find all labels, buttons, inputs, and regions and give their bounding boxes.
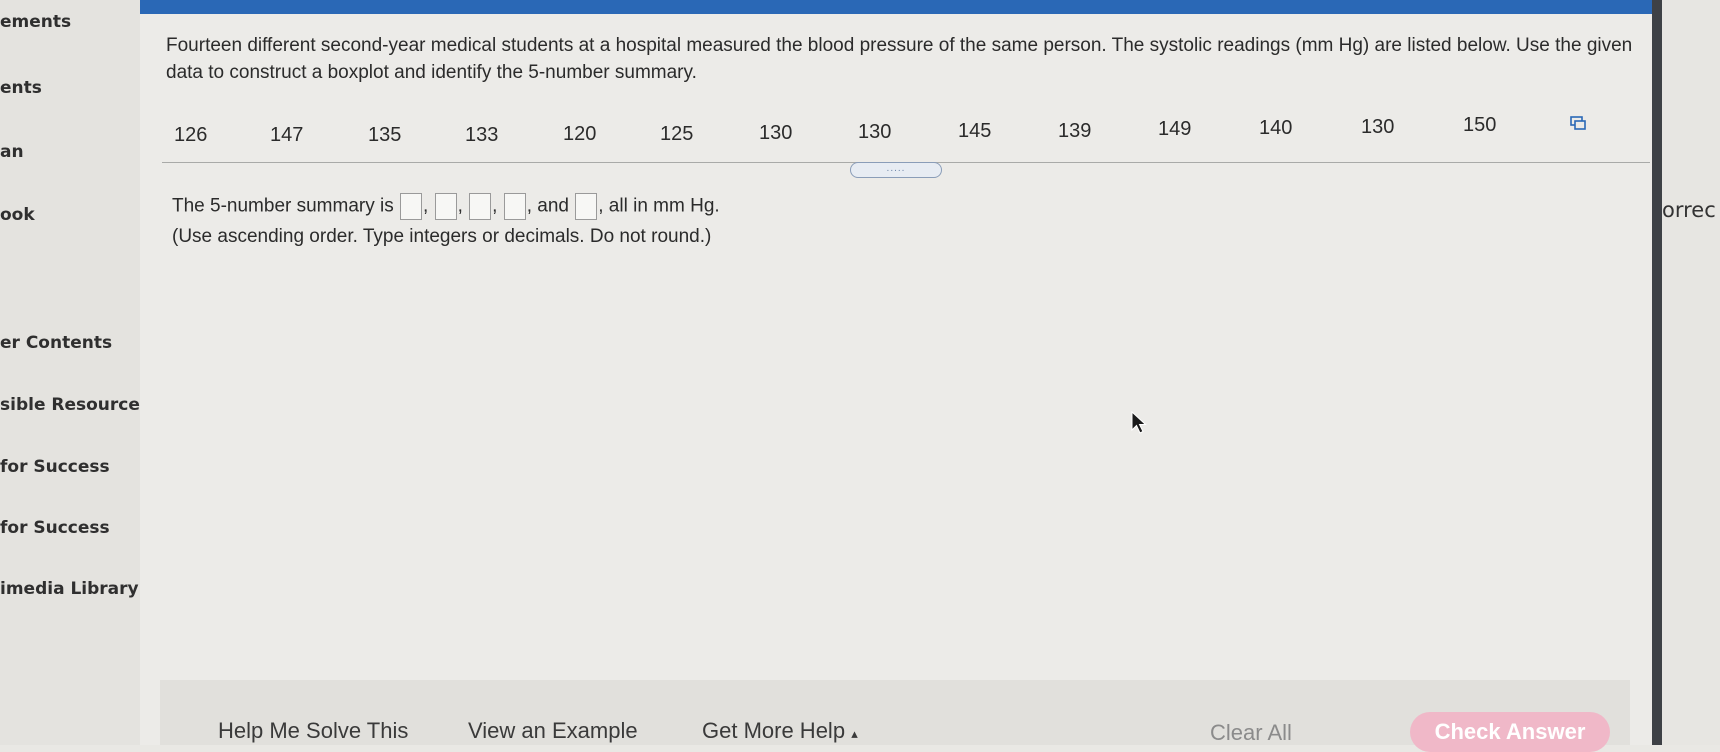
answer-sep: ,: [492, 195, 498, 217]
view-example-link[interactable]: View an Example: [468, 718, 638, 744]
right-side-label: orrec: [1662, 198, 1716, 222]
question-text: Fourteen different second-year medical s…: [166, 35, 1633, 83]
data-value: 125: [660, 123, 694, 145]
panel-scroll-edge: [1652, 0, 1662, 745]
sidebar-item-chapter-contents[interactable]: er Contents: [0, 333, 112, 353]
data-value: 130: [759, 122, 793, 144]
sidebar-item-study-plan[interactable]: an: [0, 142, 24, 162]
get-more-help-label: Get More Help: [702, 718, 846, 743]
answer-instructions: (Use ascending order. Type integers or d…: [172, 226, 712, 247]
sidebar-item-tools-for-success-1[interactable]: for Success: [0, 457, 110, 477]
check-answer-button[interactable]: Check Answer: [1410, 712, 1610, 752]
answer-line: The 5-number summary is , , , , and , al…: [172, 193, 720, 220]
top-header-bar: [140, 0, 1665, 14]
data-value: 126: [174, 124, 208, 146]
answer-input-median[interactable]: [469, 193, 492, 220]
data-value: 139: [1058, 120, 1092, 142]
sidebar-item-tools-for-success-2[interactable]: for Success: [0, 518, 110, 538]
answer-sep: ,: [457, 195, 463, 217]
answer-and: and: [537, 195, 569, 217]
answer-prefix: The 5-number summary is: [172, 195, 394, 217]
get-more-help-link[interactable]: Get More Help ▴: [702, 718, 858, 744]
resize-handle[interactable]: .....: [850, 162, 942, 178]
answer-input-min[interactable]: [400, 193, 423, 220]
data-value: 130: [858, 121, 892, 143]
sidebar-item-ebook[interactable]: ook: [0, 205, 35, 225]
caret-up-icon: ▴: [851, 726, 858, 741]
data-value: 133: [465, 124, 499, 146]
answer-sep: ,: [423, 195, 429, 217]
sidebar-item-assignments[interactable]: ents: [0, 78, 42, 98]
data-value: 135: [368, 124, 402, 146]
data-value: 130: [1361, 116, 1395, 138]
help-me-solve-link[interactable]: Help Me Solve This: [218, 718, 408, 744]
data-value: 145: [958, 120, 992, 142]
data-value: 147: [270, 124, 304, 146]
sidebar-item-accessible-resources[interactable]: sible Resources: [0, 395, 150, 415]
data-value: 149: [1158, 118, 1192, 140]
data-value: 120: [563, 123, 597, 145]
answer-input-q3[interactable]: [503, 193, 526, 220]
expand-data-icon[interactable]: [1570, 116, 1586, 130]
sidebar-item-elements[interactable]: ements: [0, 12, 71, 32]
mouse-cursor-icon: [1131, 410, 1147, 434]
answer-input-max[interactable]: [575, 193, 598, 220]
data-value: 140: [1259, 117, 1293, 139]
sidebar-item-multimedia-library[interactable]: imedia Library: [0, 579, 139, 599]
clear-all-button[interactable]: Clear All: [1210, 720, 1292, 746]
left-sidebar: ements ents an ook er Contents sible Res…: [0, 0, 150, 745]
answer-sep: ,: [526, 195, 532, 217]
answer-suffix: , all in mm Hg.: [598, 195, 720, 217]
answer-input-q1[interactable]: [434, 193, 457, 220]
right-side-area: orrec: [1662, 0, 1720, 745]
data-value: 150: [1463, 114, 1497, 136]
